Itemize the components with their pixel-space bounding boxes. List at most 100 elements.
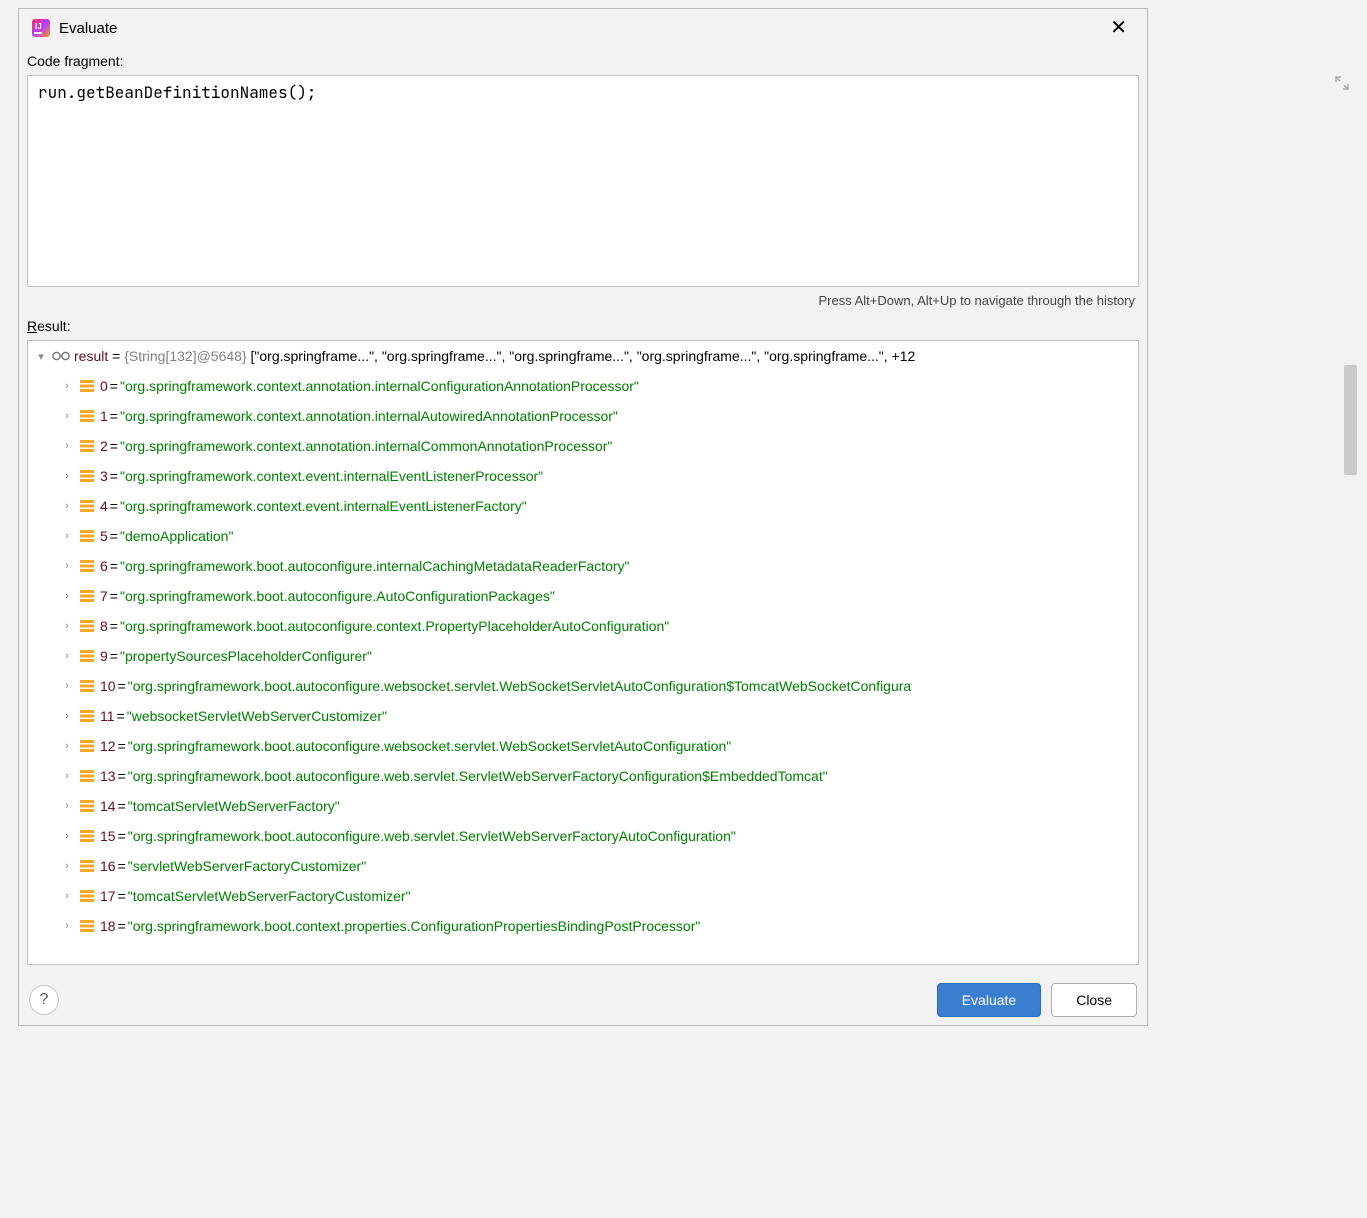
item-value: "org.springframework.boot.autoconfigure.…: [128, 738, 731, 754]
evaluate-button[interactable]: Evaluate: [937, 983, 1041, 1017]
item-index: 2: [100, 438, 108, 454]
chevron-right-icon[interactable]: ›: [58, 830, 76, 842]
result-preview: ["org.springframe...", "org.springframe.…: [251, 348, 916, 364]
dialog-footer: ? Evaluate Close: [19, 973, 1147, 1025]
chevron-right-icon[interactable]: ›: [58, 740, 76, 752]
result-item-row[interactable]: ›7 = "org.springframework.boot.autoconfi…: [28, 581, 1138, 611]
item-value: "tomcatServletWebServerFactory": [128, 798, 340, 814]
item-index: 11: [100, 708, 115, 724]
result-item-row[interactable]: ›4 = "org.springframework.context.event.…: [28, 491, 1138, 521]
expand-editor-icon[interactable]: [1335, 76, 1349, 93]
item-value: "org.springframework.context.event.inter…: [120, 468, 543, 484]
chevron-right-icon[interactable]: ›: [58, 800, 76, 812]
item-index: 13: [100, 768, 116, 784]
result-item-row[interactable]: ›5 = "demoApplication": [28, 521, 1138, 551]
array-element-icon: [78, 917, 96, 935]
intellij-icon: IJ: [31, 18, 51, 38]
result-item-row[interactable]: ›1 = "org.springframework.context.annota…: [28, 401, 1138, 431]
array-element-icon: [78, 827, 96, 845]
result-item-row[interactable]: ›0 = "org.springframework.context.annota…: [28, 371, 1138, 401]
result-item-row[interactable]: ›10 = "org.springframework.boot.autoconf…: [28, 671, 1138, 701]
chevron-right-icon[interactable]: ›: [58, 710, 76, 722]
item-value: "org.springframework.boot.context.proper…: [128, 918, 701, 934]
result-item-row[interactable]: ›17 = "tomcatServletWebServerFactoryCust…: [28, 881, 1138, 911]
chevron-right-icon[interactable]: ›: [58, 620, 76, 632]
item-index: 15: [100, 828, 116, 844]
chevron-right-icon[interactable]: ›: [58, 530, 76, 542]
result-item-row[interactable]: ›6 = "org.springframework.boot.autoconfi…: [28, 551, 1138, 581]
result-item-row[interactable]: ›15 = "org.springframework.boot.autoconf…: [28, 821, 1138, 851]
array-element-icon: [78, 647, 96, 665]
chevron-right-icon[interactable]: ›: [58, 770, 76, 782]
result-tree[interactable]: ▾ result = {String[132]@5648} ["org.spri…: [27, 340, 1139, 965]
result-item-row[interactable]: ›11 = "websocketServletWebServerCustomiz…: [28, 701, 1138, 731]
chevron-right-icon[interactable]: ›: [58, 680, 76, 692]
chevron-right-icon[interactable]: ›: [58, 380, 76, 392]
item-index: 3: [100, 468, 108, 484]
array-element-icon: [78, 587, 96, 605]
result-scrollbar[interactable]: [1344, 365, 1357, 945]
item-index: 5: [100, 528, 108, 544]
dialog-title: Evaluate: [59, 20, 1102, 37]
array-element-icon: [78, 377, 96, 395]
scrollbar-thumb[interactable]: [1344, 365, 1357, 475]
item-value: "tomcatServletWebServerFactoryCustomizer…: [128, 888, 411, 904]
svg-text:IJ: IJ: [35, 22, 42, 31]
chevron-down-icon[interactable]: ▾: [32, 350, 50, 363]
item-index: 14: [100, 798, 116, 814]
chevron-right-icon[interactable]: ›: [58, 560, 76, 572]
chevron-right-icon[interactable]: ›: [58, 890, 76, 902]
result-item-row[interactable]: ›16 = "servletWebServerFactoryCustomizer…: [28, 851, 1138, 881]
item-index: 17: [100, 888, 116, 904]
chevron-right-icon[interactable]: ›: [58, 590, 76, 602]
item-index: 8: [100, 618, 108, 634]
item-index: 18: [100, 918, 116, 934]
chevron-right-icon[interactable]: ›: [58, 860, 76, 872]
result-item-row[interactable]: ›18 = "org.springframework.boot.context.…: [28, 911, 1138, 941]
code-fragment-input[interactable]: [27, 75, 1139, 287]
result-item-row[interactable]: ›3 = "org.springframework.context.event.…: [28, 461, 1138, 491]
item-value: "org.springframework.context.annotation.…: [120, 408, 618, 424]
item-index: 1: [100, 408, 108, 424]
array-element-icon: [78, 557, 96, 575]
result-item-row[interactable]: ›13 = "org.springframework.boot.autoconf…: [28, 761, 1138, 791]
titlebar: IJ Evaluate ✕: [19, 9, 1147, 47]
array-element-icon: [78, 737, 96, 755]
item-value: "demoApplication": [120, 528, 233, 544]
array-element-icon: [78, 467, 96, 485]
item-index: 9: [100, 648, 108, 664]
result-item-row[interactable]: ›12 = "org.springframework.boot.autoconf…: [28, 731, 1138, 761]
chevron-right-icon[interactable]: ›: [58, 440, 76, 452]
item-value: "org.springframework.boot.autoconfigure.…: [120, 558, 630, 574]
chevron-right-icon[interactable]: ›: [58, 500, 76, 512]
result-item-row[interactable]: ›14 = "tomcatServletWebServerFactory": [28, 791, 1138, 821]
array-element-icon: [78, 887, 96, 905]
help-button[interactable]: ?: [29, 985, 59, 1015]
result-item-row[interactable]: ›9 = "propertySourcesPlaceholderConfigur…: [28, 641, 1138, 671]
chevron-right-icon[interactable]: ›: [58, 650, 76, 662]
array-element-icon: [78, 767, 96, 785]
array-element-icon: [78, 497, 96, 515]
item-value: "org.springframework.boot.autoconfigure.…: [120, 618, 669, 634]
item-index: 0: [100, 378, 108, 394]
close-button[interactable]: Close: [1051, 983, 1137, 1017]
result-root-row[interactable]: ▾ result = {String[132]@5648} ["org.spri…: [28, 341, 1138, 371]
chevron-right-icon[interactable]: ›: [58, 410, 76, 422]
array-element-icon: [78, 707, 96, 725]
item-index: 12: [100, 738, 116, 754]
result-item-row[interactable]: ›2 = "org.springframework.context.annota…: [28, 431, 1138, 461]
item-value: "org.springframework.boot.autoconfigure.…: [128, 768, 828, 784]
close-icon[interactable]: ✕: [1102, 16, 1135, 40]
chevron-right-icon[interactable]: ›: [58, 920, 76, 932]
chevron-right-icon[interactable]: ›: [58, 470, 76, 482]
item-value: "org.springframework.boot.autoconfigure.…: [128, 678, 911, 694]
history-hint: Press Alt+Down, Alt+Up to navigate throu…: [27, 287, 1139, 314]
code-fragment-label: Code fragment:: [27, 53, 1139, 69]
result-item-row[interactable]: ›8 = "org.springframework.boot.autoconfi…: [28, 611, 1138, 641]
array-element-icon: [78, 407, 96, 425]
array-element-icon: [78, 527, 96, 545]
item-value: "propertySourcesPlaceholderConfigurer": [120, 648, 372, 664]
array-element-icon: [78, 617, 96, 635]
item-index: 4: [100, 498, 108, 514]
item-index: 10: [100, 678, 116, 694]
